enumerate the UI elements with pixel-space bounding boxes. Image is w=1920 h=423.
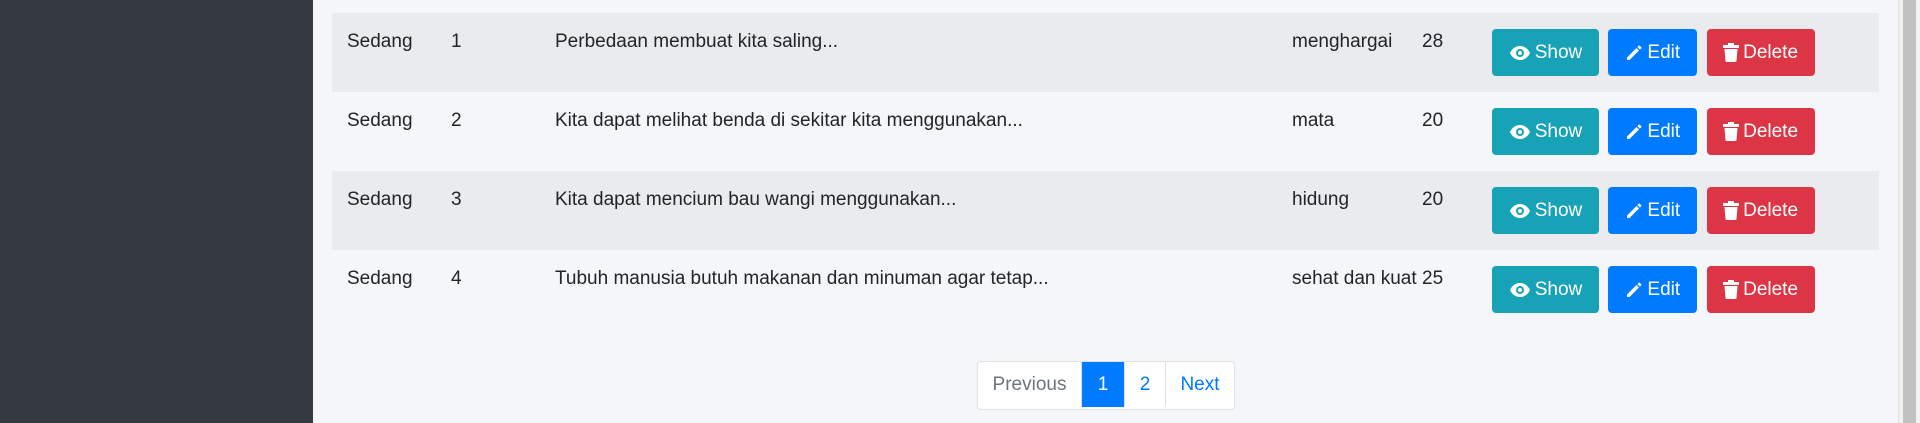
question-cell: Kita dapat melihat benda di sekitar kita… [555,110,1023,131]
score-cell: 20 [1422,189,1444,210]
sidebar [0,0,313,423]
questions-table: Sedang 1 Perbedaan membuat kita saling..… [332,13,1879,329]
vertical-scrollbar[interactable] [1898,0,1920,423]
level-cell: Sedang [347,268,413,289]
question-cell: Perbedaan membuat kita saling... [555,31,839,52]
table-row: Sedang 2 Kita dapat melihat benda di sek… [332,92,1879,171]
level-cell: Sedang [347,189,413,210]
pencil-icon [1627,203,1642,218]
pagination-page-1[interactable]: 1 [1082,362,1125,407]
pencil-icon [1627,45,1642,60]
delete-label: Delete [1743,199,1799,221]
delete-label: Delete [1743,278,1799,300]
delete-button[interactable]: Delete [1706,108,1815,155]
table-row: Sedang 4 Tubuh manusia butuh makanan dan… [332,250,1879,329]
edit-label: Edit [1647,278,1681,300]
edit-button[interactable]: Edit [1608,187,1698,234]
eye-icon [1509,124,1530,139]
edit-label: Edit [1647,120,1681,142]
trash-icon [1723,280,1740,299]
eye-icon [1509,282,1530,297]
table-row: Sedang 1 Perbedaan membuat kita saling..… [332,13,1879,92]
score-cell: 28 [1422,31,1444,52]
show-label: Show [1534,199,1583,221]
edit-button[interactable]: Edit [1608,108,1698,155]
pagination-next[interactable]: Next [1166,362,1234,407]
edit-label: Edit [1647,199,1681,221]
level-cell: Sedang [347,31,413,52]
pagination-page-2[interactable]: 2 [1125,362,1166,407]
answer-cell: hidung [1292,189,1350,210]
show-label: Show [1534,120,1583,142]
edit-button[interactable]: Edit [1608,266,1698,313]
number-cell: 1 [451,31,462,52]
edit-button[interactable]: Edit [1608,29,1698,76]
level-cell: Sedang [347,110,413,131]
show-button[interactable]: Show [1492,29,1599,76]
question-cell: Kita dapat mencium bau wangi menggunakan… [555,189,957,210]
delete-button[interactable]: Delete [1706,29,1815,76]
score-cell: 20 [1422,110,1444,131]
delete-button[interactable]: Delete [1706,187,1815,234]
score-cell: 25 [1422,268,1444,289]
delete-label: Delete [1743,41,1799,63]
pagination-previous[interactable]: Previous [978,362,1082,407]
answer-cell: menghargai [1292,31,1393,52]
show-label: Show [1534,41,1583,63]
trash-icon [1723,201,1740,220]
delete-label: Delete [1743,120,1799,142]
show-button[interactable]: Show [1492,266,1599,313]
pencil-icon [1627,282,1642,297]
trash-icon [1723,43,1740,62]
delete-button[interactable]: Delete [1706,266,1815,313]
pencil-icon [1627,124,1642,139]
show-button[interactable]: Show [1492,187,1599,234]
scrollbar-thumb[interactable] [1903,0,1916,423]
number-cell: 3 [451,189,462,210]
edit-label: Edit [1647,41,1681,63]
show-button[interactable]: Show [1492,108,1599,155]
eye-icon [1509,203,1530,218]
number-cell: 2 [451,110,462,131]
question-cell: Tubuh manusia butuh makanan dan minuman … [555,268,1049,289]
answer-cell: sehat dan kuat [1292,268,1417,289]
table-row: Sedang 3 Kita dapat mencium bau wangi me… [332,171,1879,250]
pagination: Previous 1 2 Next [977,361,1235,410]
trash-icon [1723,122,1740,141]
number-cell: 4 [451,268,462,289]
show-label: Show [1534,278,1583,300]
answer-cell: mata [1292,110,1335,131]
eye-icon [1509,45,1530,60]
